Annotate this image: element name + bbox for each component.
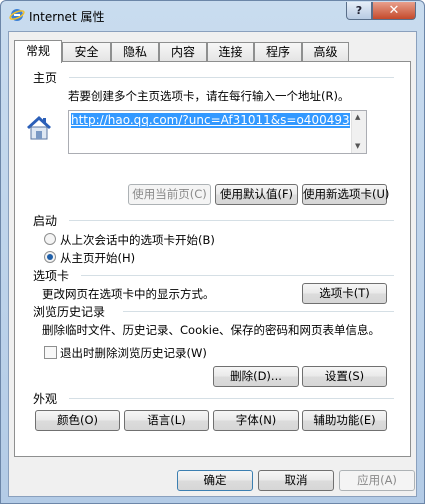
delete-on-exit-checkbox[interactable] [44, 346, 57, 359]
tab-general[interactable]: 常规 [14, 40, 62, 63]
colors-button[interactable]: 颜色(O) [35, 410, 120, 431]
startup-section-title: 启动 [33, 214, 58, 228]
startup-divider [69, 220, 394, 221]
house-icon [27, 116, 51, 140]
dialog-body: 常规 安全 隐私 内容 连接 程序 高级 主页 若要创建多个主页选项卡，请在每行… [8, 31, 417, 497]
ok-button[interactable]: 确定 [177, 470, 253, 491]
scroll-down-icon[interactable]: ▼ [355, 142, 360, 150]
tab-security[interactable]: 安全 [62, 42, 111, 62]
tab-content[interactable]: 内容 [159, 42, 207, 62]
fonts-button[interactable]: 字体(N) [213, 410, 299, 431]
startup-homepage-radio[interactable] [44, 251, 56, 263]
tabs-settings-button[interactable]: 选项卡(T) [302, 283, 387, 304]
textarea-scrollbar[interactable]: ▲ ▼ [351, 111, 366, 153]
use-default-button[interactable]: 使用默认值(F) [215, 184, 298, 205]
accessibility-button[interactable]: 辅助功能(E) [302, 410, 387, 431]
delete-on-exit-label[interactable]: 退出时删除浏览历史记录(W) [60, 345, 207, 361]
tabs-divider [81, 275, 394, 276]
delete-history-button[interactable]: 删除(D)... [213, 366, 299, 387]
tab-privacy[interactable]: 隐私 [111, 42, 159, 62]
close-button[interactable]: ✕ [372, 2, 416, 20]
history-divider [123, 311, 394, 312]
tab-advanced[interactable]: 高级 [302, 42, 349, 62]
homepage-section-title: 主页 [33, 71, 58, 85]
internet-explorer-icon [9, 9, 25, 21]
history-section-title: 浏览历史记录 [33, 305, 106, 319]
internet-options-window: Internet 属性 ? ✕ 常规 安全 隐私 内容 连接 程序 高级 主页 … [0, 0, 425, 504]
help-button[interactable]: ? [346, 2, 372, 20]
startup-last-session-label[interactable]: 从上次会话中的选项卡开始(B) [60, 232, 215, 248]
history-settings-button[interactable]: 设置(S) [302, 366, 387, 387]
title-bar[interactable]: Internet 属性 ? ✕ [1, 1, 424, 31]
use-current-button[interactable]: 使用当前页(C) [128, 184, 211, 205]
tabs-description: 更改网页在选项卡中的显示方式。 [42, 287, 215, 301]
homepage-divider [69, 77, 394, 78]
languages-button[interactable]: 语言(L) [124, 410, 209, 431]
apply-button[interactable]: 应用(A) [339, 470, 415, 491]
appearance-divider [69, 398, 394, 399]
homepage-description: 若要创建多个主页选项卡，请在每行输入一个地址(R)。 [68, 89, 350, 103]
tab-programs[interactable]: 程序 [254, 42, 302, 62]
tab-connections[interactable]: 连接 [207, 42, 254, 62]
window-title: Internet 属性 [29, 10, 105, 24]
cancel-button[interactable]: 取消 [258, 470, 334, 491]
appearance-section-title: 外观 [33, 392, 58, 406]
tabs-section-title: 选项卡 [33, 269, 70, 283]
startup-last-session-radio[interactable] [44, 233, 56, 245]
use-new-tab-button[interactable]: 使用新选项卡(U) [302, 184, 389, 205]
scroll-up-icon[interactable]: ▲ [355, 113, 360, 121]
homepage-url-textarea[interactable]: http://hao.qq.com/?unc=Af31011&s=o400493… [68, 110, 367, 154]
startup-homepage-label[interactable]: 从主页开始(H) [60, 250, 135, 266]
homepage-url-value: http://hao.qq.com/?unc=Af31011&s=o400493 [71, 113, 350, 128]
general-tab-panel: 主页 若要创建多个主页选项卡，请在每行输入一个地址(R)。 http://hao… [14, 61, 411, 457]
history-description: 删除临时文件、历史记录、Cookie、保存的密码和网页表单信息。 [42, 323, 381, 337]
